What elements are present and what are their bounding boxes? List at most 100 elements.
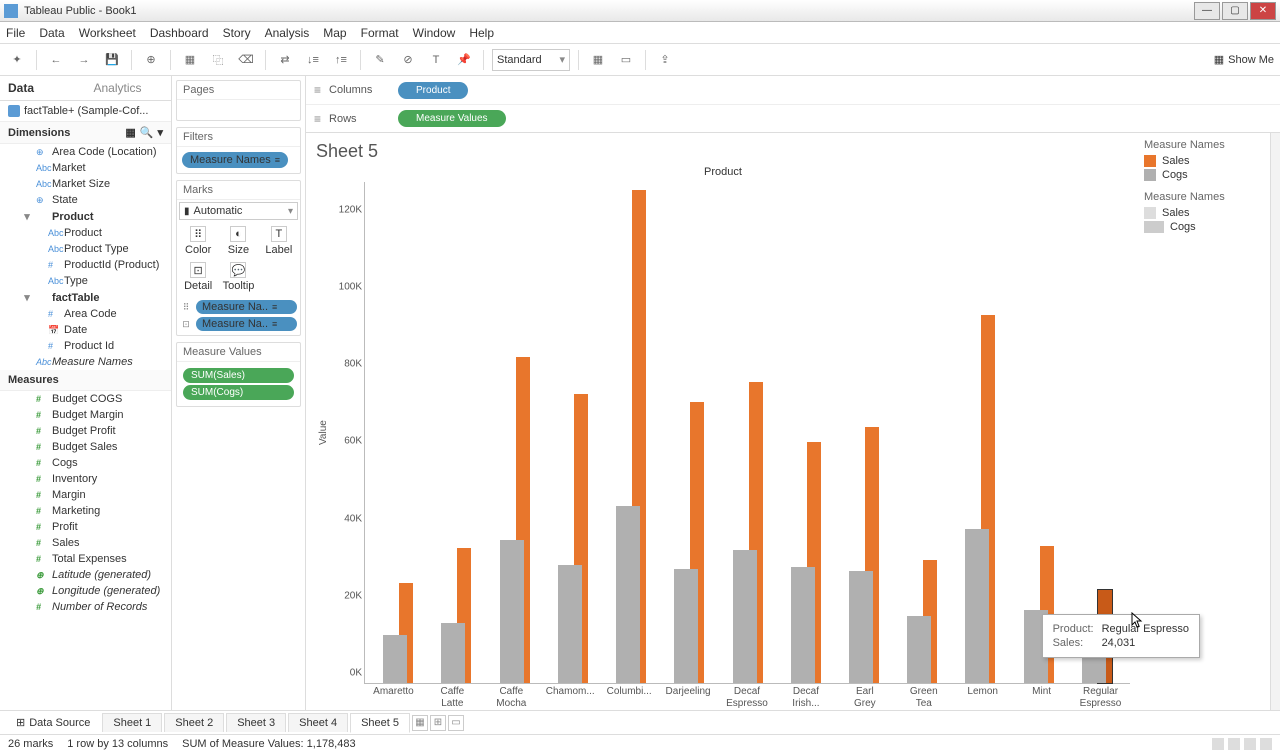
view-icon[interactable]: ▦ (125, 126, 135, 139)
measure-item[interactable]: ⊕Longitude (generated) (0, 583, 171, 599)
new-dashboard-icon[interactable]: ⊞ (430, 715, 446, 731)
tableau-logo-icon[interactable]: ✦ (6, 49, 28, 71)
dimension-item[interactable]: AbcMeasure Names (0, 354, 171, 370)
bar-group[interactable] (544, 182, 602, 683)
sort-desc-icon[interactable]: ↑≡ (330, 49, 352, 71)
legend-size-sales[interactable]: Sales (1144, 207, 1266, 219)
bar-cogs[interactable] (674, 569, 698, 683)
marks-type-select[interactable]: ▮ Automatic (179, 202, 298, 220)
marks-color[interactable]: ⠿Color (179, 224, 217, 258)
measure-item[interactable]: #Number of Records (0, 599, 171, 615)
duplicate-icon[interactable]: ⿻ (207, 49, 229, 71)
bar-cogs[interactable] (965, 529, 989, 683)
plot-area[interactable] (364, 182, 1130, 684)
tab-data[interactable]: Data (0, 76, 86, 100)
group-icon[interactable]: ⊘ (397, 49, 419, 71)
dimension-item[interactable]: AbcType (0, 273, 171, 289)
menu-format[interactable]: Format (361, 26, 399, 40)
legend-item-sales[interactable]: Sales (1144, 155, 1266, 167)
filters-card[interactable]: Filters Measure Names≡ (176, 127, 301, 174)
bar-group[interactable] (718, 182, 776, 683)
bar-group[interactable] (602, 182, 660, 683)
fit-select[interactable]: Standard (492, 49, 570, 71)
tab-sheet5[interactable]: Sheet 5 (350, 713, 410, 733)
menu-window[interactable]: Window (413, 26, 456, 40)
dimension-item[interactable]: ▾factTable (0, 289, 171, 306)
measure-item[interactable]: ⊕Latitude (generated) (0, 567, 171, 583)
status-icon-3[interactable] (1244, 738, 1256, 750)
minimize-button[interactable]: — (1194, 2, 1220, 20)
dimension-item[interactable]: #Area Code (0, 306, 171, 322)
marks-size[interactable]: ◐Size (219, 224, 257, 258)
bar-cogs[interactable] (616, 506, 640, 683)
dimension-item[interactable]: AbcProduct (0, 225, 171, 241)
bar-group[interactable] (369, 182, 427, 683)
dimension-item[interactable]: AbcMarket (0, 160, 171, 176)
filter-pill-measure-names[interactable]: Measure Names≡ (182, 152, 288, 168)
scrollbar[interactable] (1270, 133, 1280, 710)
bar-group[interactable] (893, 182, 951, 683)
swap-icon[interactable]: ⇄ (274, 49, 296, 71)
bar-cogs[interactable] (733, 550, 757, 683)
dimension-item[interactable]: #ProductId (Product) (0, 257, 171, 273)
sheet-title[interactable]: Sheet 5 (316, 141, 1130, 162)
tab-sheet2[interactable]: Sheet 2 (164, 713, 224, 732)
measure-item[interactable]: #Marketing (0, 503, 171, 519)
menu-worksheet[interactable]: Worksheet (79, 26, 136, 40)
menu-help[interactable]: Help (469, 26, 494, 40)
columns-pill-product[interactable]: Product (398, 82, 468, 99)
dimension-item[interactable]: AbcProduct Type (0, 241, 171, 257)
dimension-item[interactable]: ▾Product (0, 208, 171, 225)
new-datasource-icon[interactable]: ⊕ (140, 49, 162, 71)
measure-item[interactable]: #Inventory (0, 471, 171, 487)
mv-pill-sales[interactable]: SUM(Sales) (183, 368, 294, 383)
measure-item[interactable]: #Sales (0, 535, 171, 551)
menu-file[interactable]: File (6, 26, 25, 40)
bar-cogs[interactable] (441, 623, 465, 683)
maximize-button[interactable]: ▢ (1222, 2, 1248, 20)
menu-story[interactable]: Story (223, 26, 251, 40)
tab-datasource[interactable]: ⊞Data Source (6, 713, 100, 732)
pin-icon[interactable]: 📌 (453, 49, 475, 71)
sort-asc-icon[interactable]: ↓≡ (302, 49, 324, 71)
menu-data[interactable]: Data (39, 26, 64, 40)
bar-cogs[interactable] (907, 616, 931, 683)
tab-analytics[interactable]: Analytics (86, 76, 172, 100)
dimension-item[interactable]: AbcMarket Size (0, 176, 171, 192)
close-button[interactable]: ✕ (1250, 2, 1276, 20)
legend-item-cogs[interactable]: Cogs (1144, 169, 1266, 181)
bar-group[interactable] (1010, 182, 1068, 683)
status-icon-4[interactable] (1260, 738, 1272, 750)
measure-item[interactable]: #Budget Profit (0, 423, 171, 439)
bar-cogs[interactable] (791, 567, 815, 683)
marks-card[interactable]: Marks ▮ Automatic ⠿Color ◐Size TLabel ⊡D… (176, 180, 301, 336)
marks-tooltip[interactable]: 💬Tooltip (219, 260, 257, 294)
dimension-item[interactable]: #Product Id (0, 338, 171, 354)
measure-item[interactable]: #Budget Sales (0, 439, 171, 455)
tab-sheet4[interactable]: Sheet 4 (288, 713, 348, 732)
share-icon[interactable]: ⇪ (654, 49, 676, 71)
measure-item[interactable]: #Profit (0, 519, 171, 535)
bar-cogs[interactable] (383, 635, 407, 683)
menu-analysis[interactable]: Analysis (265, 26, 310, 40)
bar-group[interactable] (951, 182, 1009, 683)
bar-group[interactable] (1068, 182, 1126, 683)
datasource-item[interactable]: factTable+ (Sample-Cof... (0, 101, 171, 122)
measure-item[interactable]: #Total Expenses (0, 551, 171, 567)
measure-item[interactable]: #Margin (0, 487, 171, 503)
marks-detail[interactable]: ⊡Detail (179, 260, 217, 294)
measure-values-card[interactable]: Measure Values SUM(Sales) SUM(Cogs) (176, 342, 301, 407)
rows-pill-measure-values[interactable]: Measure Values (398, 110, 506, 127)
bar-cogs[interactable] (558, 565, 582, 683)
showme-button[interactable]: ▦ Show Me (1214, 53, 1274, 66)
new-sheet-icon[interactable]: ▦ (412, 715, 428, 731)
dimension-item[interactable]: ⊕State (0, 192, 171, 208)
columns-shelf[interactable]: ≡ Columns Product (306, 76, 1280, 104)
cards-icon[interactable]: ▦ (587, 49, 609, 71)
measure-item[interactable]: #Budget COGS (0, 391, 171, 407)
measure-item[interactable]: #Budget Margin (0, 407, 171, 423)
forward-icon[interactable]: → (73, 49, 95, 71)
new-worksheet-icon[interactable]: ▦ (179, 49, 201, 71)
highlight-icon[interactable]: ✎ (369, 49, 391, 71)
menu-dashboard[interactable]: Dashboard (150, 26, 209, 40)
